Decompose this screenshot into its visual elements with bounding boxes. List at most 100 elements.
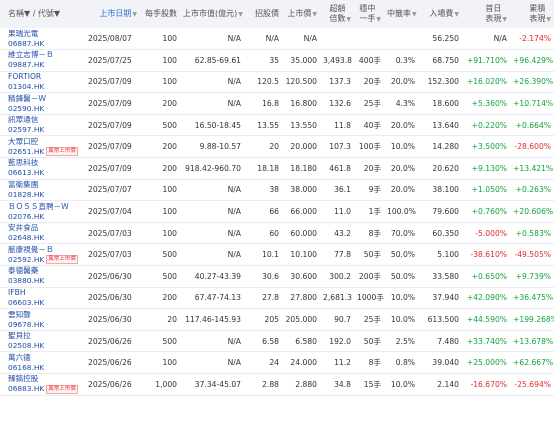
stock-name-cell[interactable]: 維立志博－Ｂ 09887.HK: [0, 50, 82, 72]
stock-code[interactable]: 02508.HK: [8, 341, 44, 350]
table-row[interactable]: 泰德醫藥 03880.HK 2025/06/30 500 40.27-43.39 30.6…: [0, 266, 554, 288]
table-row[interactable]: 訊眾通信 02597.HK 2025/07/09 500 16.50-18.45 13.5…: [0, 114, 554, 136]
stock-name-link[interactable]: 泰德醫藥: [8, 266, 79, 276]
one-lot-cell: 400手: [358, 55, 381, 65]
header-allot-rate[interactable]: 中籤率▼: [384, 0, 418, 28]
header-name-code[interactable]: 名稱▼ / 代號▼: [0, 0, 82, 28]
header-listing-date[interactable]: 上市日期▼: [82, 0, 140, 28]
stock-name-cell[interactable]: 泰德醫藥 03880.HK: [0, 266, 82, 288]
table-row[interactable]: 果瑞光電 06887.HK 2025/08/07 100 N/A N/A N/A 56.250…: [0, 28, 554, 50]
listing-date-cell: 2025/07/09: [88, 120, 132, 130]
stock-name-cell[interactable]: 雲知聲 09678.HK: [0, 309, 82, 331]
oversub-cell: [320, 28, 354, 50]
header-lot-size[interactable]: 每手股數: [140, 0, 180, 28]
list-price-cell: 66.000: [290, 207, 317, 217]
table-row[interactable]: 脈康視覺－Ｂ 02592.HK 異常上市價 2025/07/03 500 N/A 10.1 1…: [0, 244, 554, 266]
table-row[interactable]: IFBH 06603.HK 2025/06/30 200 67.47-74.13 27.8…: [0, 287, 554, 309]
stock-name-link[interactable]: 富衛集團: [8, 180, 79, 190]
stock-code[interactable]: 02651.HK: [8, 147, 44, 156]
table-row[interactable]: 富衛集團 01828.HK 2025/07/07 100 N/A 38 38.000 36.1…: [0, 179, 554, 201]
stock-code[interactable]: 02592.HK: [8, 255, 44, 264]
stock-name-link[interactable]: 精鋒醫－Ｗ: [8, 94, 79, 104]
header-market-cap[interactable]: 上市市值(億元)▼: [180, 0, 244, 28]
stock-code[interactable]: 01304.HK: [8, 82, 44, 91]
table-row[interactable]: 聖貝拉 02508.HK 2025/06/26 500 N/A 6.58 6.580 192.…: [0, 330, 554, 352]
table-row[interactable]: 雲知聲 09678.HK 2025/06/30 20 117.46-145.93 205 2…: [0, 309, 554, 331]
stock-name-link[interactable]: 安井食品: [8, 223, 79, 233]
stock-name-link[interactable]: 聖貝拉: [8, 331, 79, 341]
stock-name-link[interactable]: 大眾口腔: [8, 137, 79, 147]
header-day1-perf[interactable]: 首日 表現▼: [462, 0, 510, 28]
oversub-cell: 77.8: [334, 250, 351, 260]
stock-name-link[interactable]: IFBH: [8, 288, 79, 298]
table-row[interactable]: 安井食品 02648.HK 2025/07/03 100 N/A 60 60.000 43.2…: [0, 222, 554, 244]
list-price-cell: 38.000: [290, 185, 317, 195]
stock-code[interactable]: 02076.HK: [8, 212, 44, 221]
stock-name-cell[interactable]: 安井食品 02648.HK: [0, 222, 82, 244]
stock-code[interactable]: 02590.HK: [8, 104, 44, 113]
list-price-cell: 120.500: [285, 77, 317, 87]
cum-perf-cell: -2.174%: [519, 34, 551, 44]
header-entry-fee[interactable]: 入場費▼: [418, 0, 462, 28]
table-row[interactable]: 臻鎬控股 06883.HK 異常上市價 2025/06/26 1,000 37.34-45…: [0, 374, 554, 396]
stock-name-link[interactable]: 脈康視覺－Ｂ: [8, 245, 79, 255]
table-row[interactable]: ＢＯＳＳ直聘－Ｗ 02076.HK 2025/07/04 100 N/A 66 66.000…: [0, 201, 554, 223]
stock-name-cell[interactable]: 臻鎬控股 06883.HK 異常上市價: [0, 374, 82, 396]
stock-name-link[interactable]: ＢＯＳＳ直聘－Ｗ: [8, 202, 79, 212]
stock-code[interactable]: 06613.HK: [8, 168, 44, 177]
stock-code[interactable]: 06887.HK: [8, 39, 44, 48]
table-row[interactable]: 維立志博－Ｂ 09887.HK 2025/07/25 100 62.85-69.61 35…: [0, 50, 554, 72]
stock-name-cell[interactable]: 萬六德 06168.HK: [0, 352, 82, 374]
day1-perf-cell: +0.650%: [471, 271, 507, 281]
stock-name-link[interactable]: FORTIOR: [8, 72, 79, 82]
stock-name-link[interactable]: 藍思科技: [8, 158, 79, 168]
stock-name-link[interactable]: 維立志博－Ｂ: [8, 50, 79, 60]
stock-name-link[interactable]: 訊眾通信: [8, 115, 79, 125]
stock-code[interactable]: 01828.HK: [8, 190, 44, 199]
lot-size-cell: 200: [162, 293, 178, 303]
stock-code[interactable]: 06168.HK: [8, 363, 44, 372]
stock-name-link[interactable]: 雲知聲: [8, 310, 79, 320]
stock-name-cell[interactable]: 藍思科技 06613.HK: [0, 158, 82, 180]
stock-code[interactable]: 06883.HK: [8, 384, 44, 393]
day1-perf-cell: +44.590%: [466, 315, 507, 325]
stock-name-link[interactable]: 萬六德: [8, 353, 79, 363]
header-ipo-price[interactable]: 招股價: [244, 0, 282, 28]
one-lot-cell: 9手: [368, 185, 381, 195]
stock-name-link[interactable]: 果瑞光電: [8, 29, 79, 39]
stock-name-cell[interactable]: IFBH 06603.HK: [0, 287, 82, 309]
table-row[interactable]: FORTIOR 01304.HK 2025/07/09 100 N/A 120.5 120.…: [0, 71, 554, 93]
market-cap-cell: N/A: [227, 77, 241, 87]
header-one-lot[interactable]: 穩中 一手▼: [354, 0, 384, 28]
ipo-price-cell: 10.1: [262, 250, 279, 260]
day1-perf-cell: +1.050%: [471, 185, 507, 195]
stock-name-cell[interactable]: 大眾口腔 02651.HK 異常上市價: [0, 136, 82, 158]
stock-name-cell[interactable]: 聖貝拉 02508.HK: [0, 330, 82, 352]
stock-name-cell[interactable]: FORTIOR 01304.HK: [0, 71, 82, 93]
stock-name-cell[interactable]: 訊眾通信 02597.HK: [0, 114, 82, 136]
header-list-price[interactable]: 上市價▼: [282, 0, 320, 28]
stock-name-link[interactable]: 臻鎬控股: [8, 374, 79, 384]
allot-rate-cell: 70.0%: [390, 228, 415, 238]
stock-code[interactable]: 02648.HK: [8, 233, 44, 242]
stock-code[interactable]: 02597.HK: [8, 125, 44, 134]
stock-name-cell[interactable]: 富衛集團 01828.HK: [0, 179, 82, 201]
table-row[interactable]: 藍思科技 06613.HK 2025/07/09 200 918.42-960.70 18…: [0, 158, 554, 180]
listing-date-cell: 2025/07/04: [88, 207, 132, 217]
table-row[interactable]: 萬六德 06168.HK 2025/06/26 100 N/A 24 24.000 11.2 8…: [0, 352, 554, 374]
listing-date-cell: 2025/07/09: [88, 99, 132, 109]
allot-rate-cell: 50.0%: [390, 250, 415, 260]
stock-name-cell[interactable]: 果瑞光電 06887.HK: [0, 28, 82, 50]
table-row[interactable]: 精鋒醫－Ｗ 02590.HK 2025/07/09 200 N/A 16.8 16.800 1…: [0, 93, 554, 115]
stock-code[interactable]: 06603.HK: [8, 298, 44, 307]
table-row[interactable]: 大眾口腔 02651.HK 異常上市價 2025/07/09 200 9.88-10.57…: [0, 136, 554, 158]
stock-name-cell[interactable]: 精鋒醫－Ｗ 02590.HK: [0, 93, 82, 115]
header-cum-perf[interactable]: 累積 表現▼: [510, 0, 554, 28]
stock-code[interactable]: 03880.HK: [8, 276, 44, 285]
header-oversubscription[interactable]: 超額 倍數▼: [320, 0, 354, 28]
stock-name-cell[interactable]: ＢＯＳＳ直聘－Ｗ 02076.HK: [0, 201, 82, 223]
stock-name-cell[interactable]: 脈康視覺－Ｂ 02592.HK 異常上市價: [0, 244, 82, 266]
day1-perf-cell: +3.500%: [471, 142, 507, 152]
stock-code[interactable]: 09678.HK: [8, 320, 44, 329]
stock-code[interactable]: 09887.HK: [8, 60, 44, 69]
